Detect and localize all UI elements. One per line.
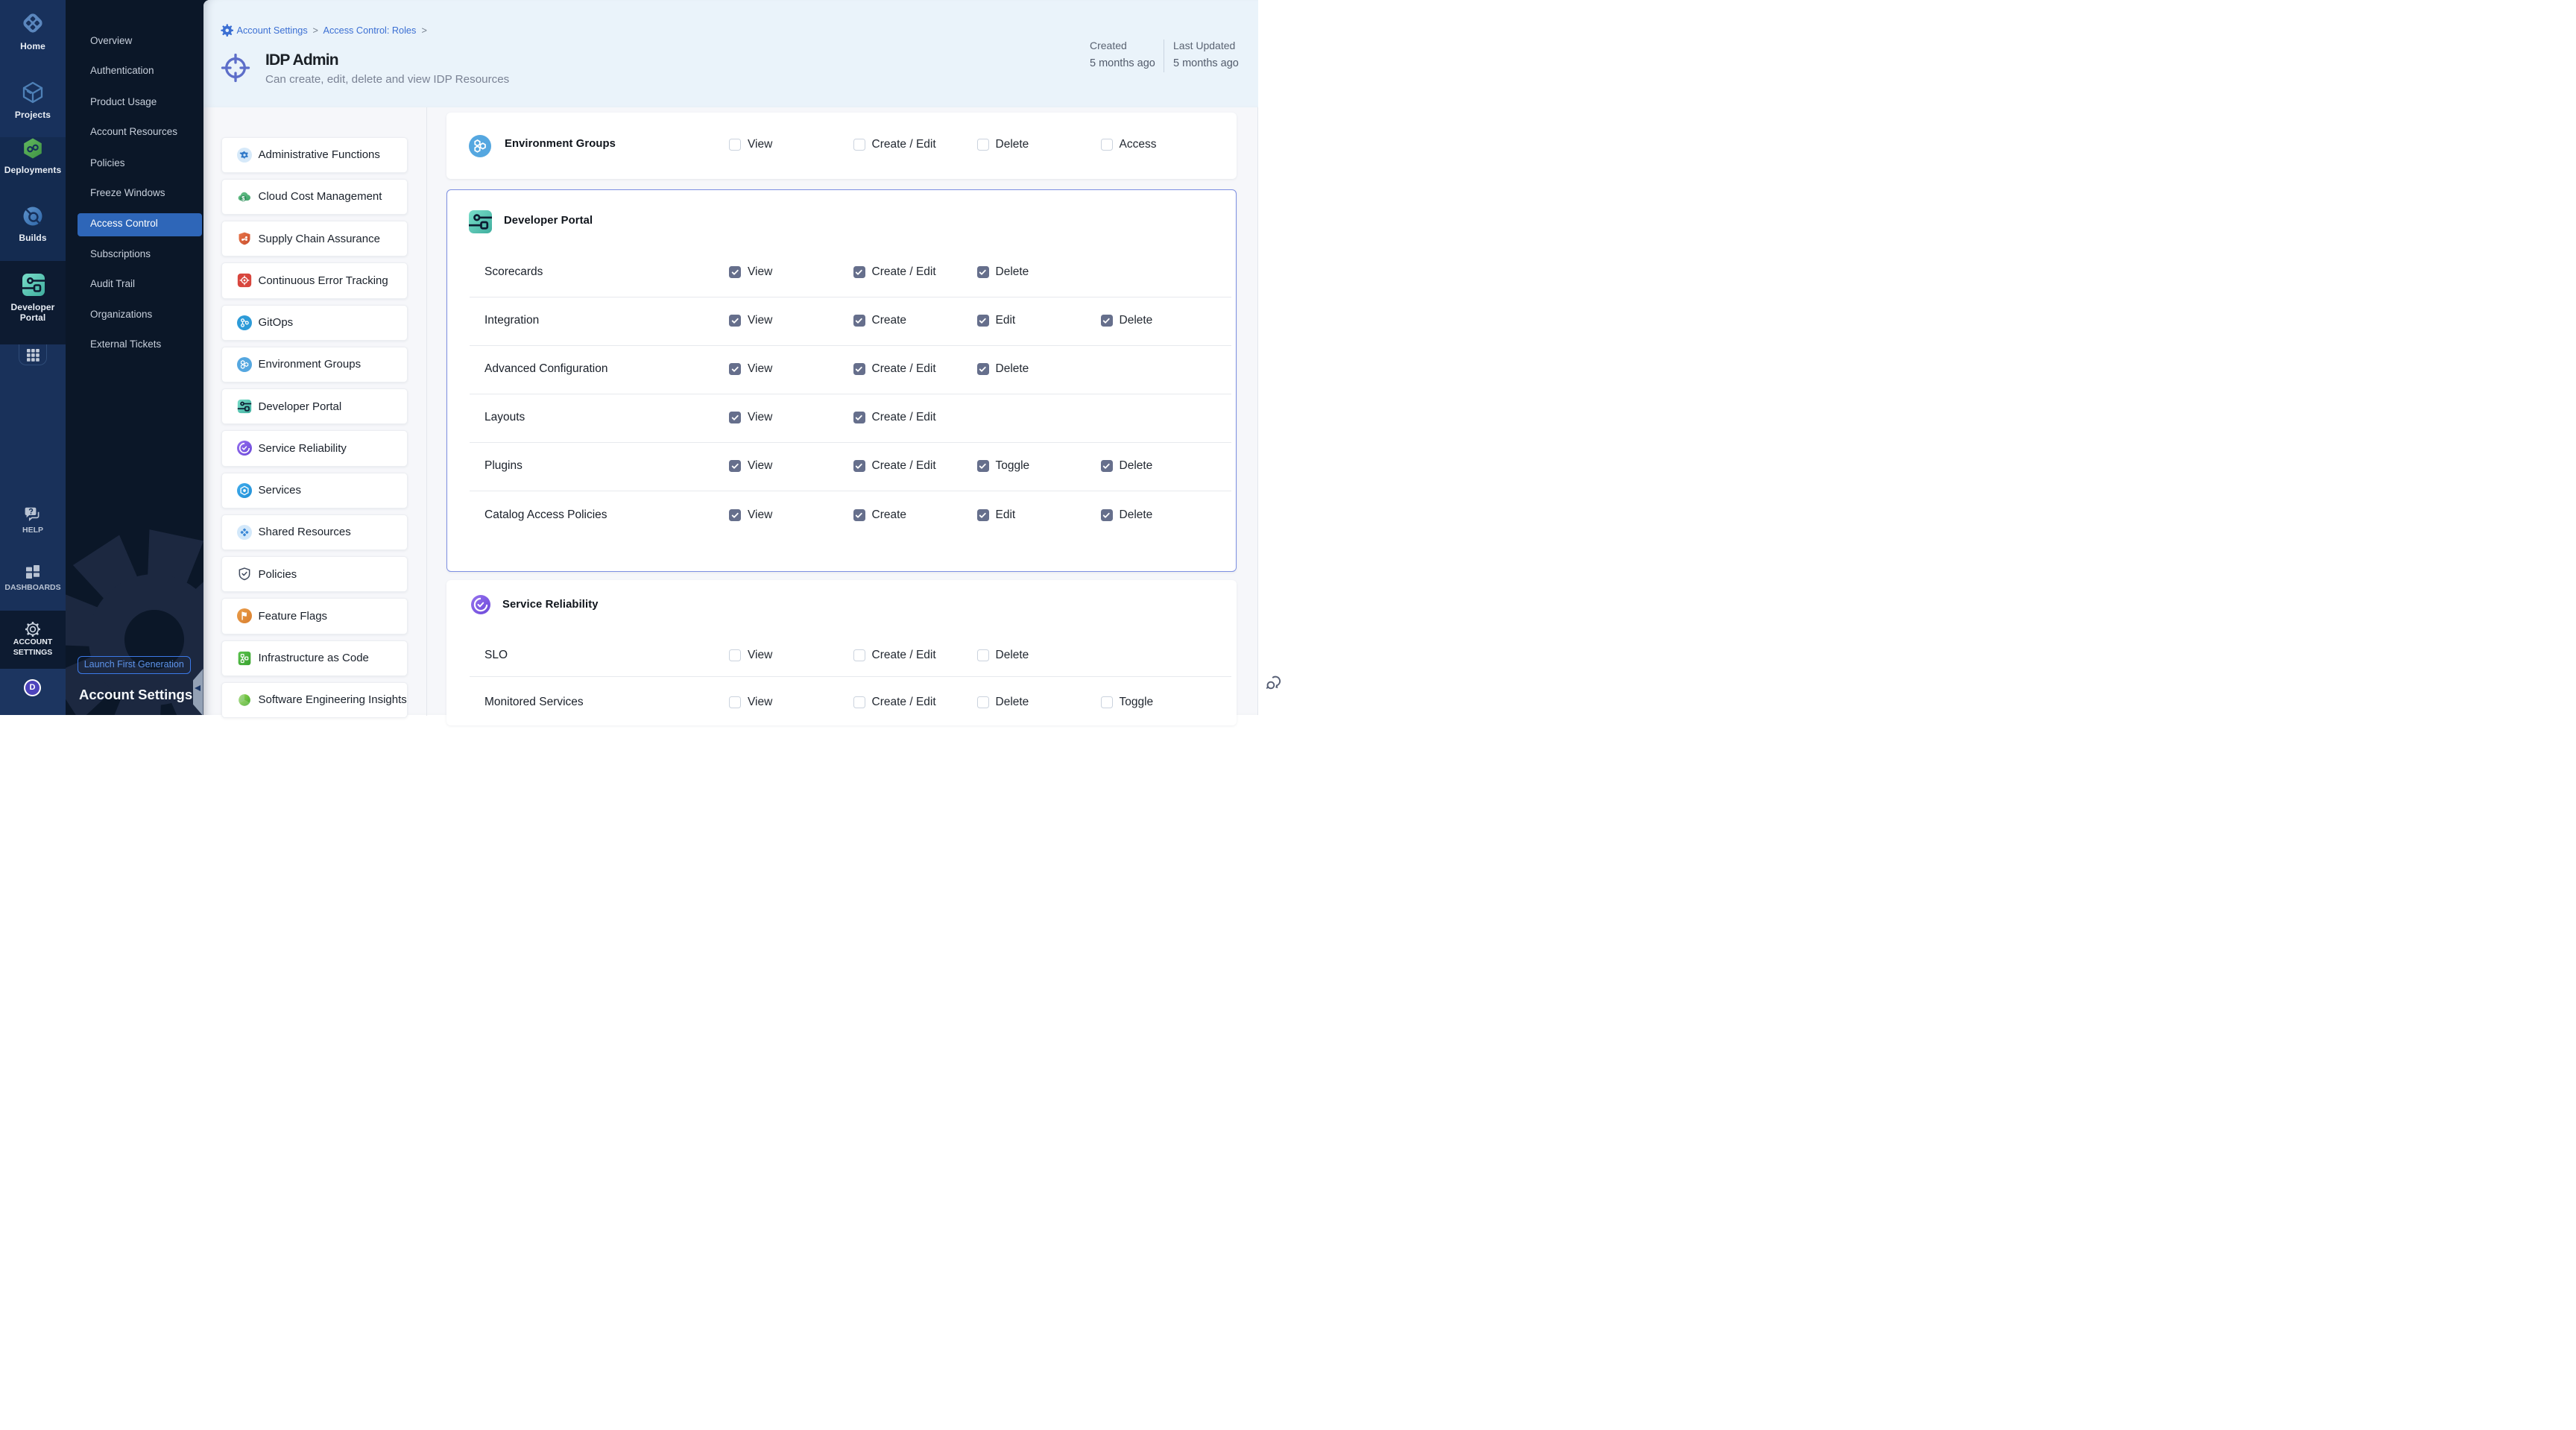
svg-text:$: $	[242, 195, 245, 202]
